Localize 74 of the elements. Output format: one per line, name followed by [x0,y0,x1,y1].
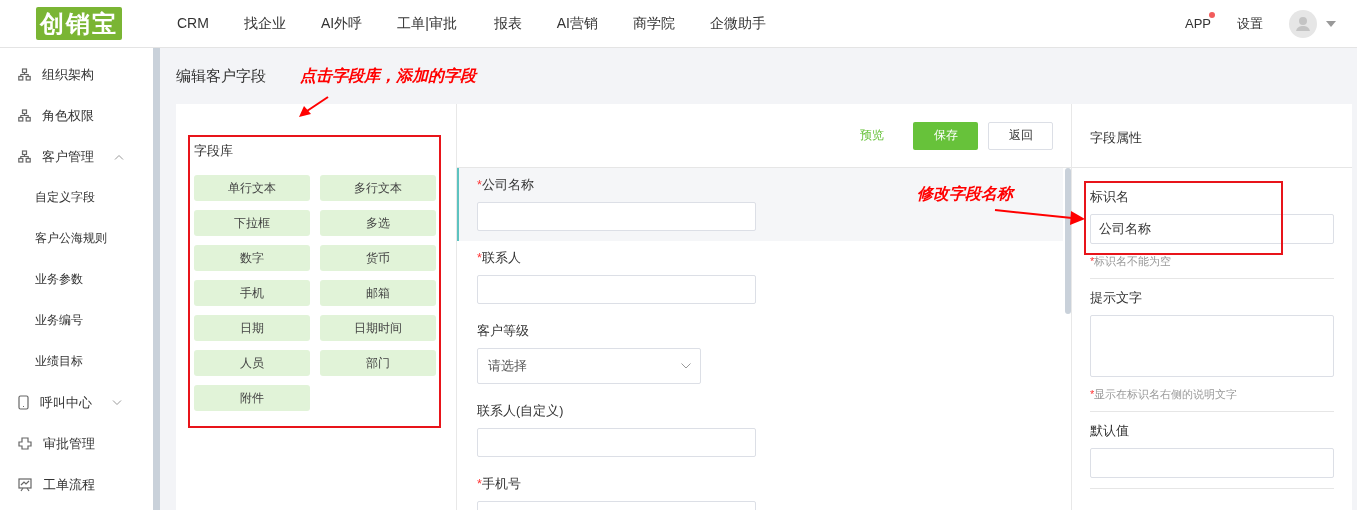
sidebar-item[interactable]: 审批管理 [0,423,153,464]
form-field-row[interactable]: *手机号 [457,467,1063,510]
hierarchy-icon [18,150,31,163]
input-field[interactable]: 公司名称 [1090,214,1334,244]
avatar-icon [1289,9,1317,38]
back-button[interactable]: 返回 [988,121,1053,150]
select-field[interactable]: 请选择 [477,348,701,384]
field-type-button[interactable]: 货币 [320,245,436,271]
chart-board-icon [18,477,32,492]
hierarchy-icon [18,68,31,81]
sidebar-item[interactable]: 客户管理 [0,136,153,177]
field-type-button[interactable]: 下拉框 [194,210,310,236]
field-type-button[interactable]: 单行文本 [194,175,310,201]
phone-icon [18,395,29,410]
field-type-button[interactable]: 附件 [194,385,310,411]
sidebar-subitem[interactable]: 业绩目标 [0,341,153,382]
field-type-button[interactable]: 多选 [320,210,436,236]
field-label: *联系人 [477,250,521,267]
field-type-button[interactable]: 人员 [194,350,310,376]
nav-link[interactable]: AI外呼 [320,14,363,33]
nav-link[interactable]: CRM [177,14,209,33]
field-type-button[interactable]: 多行文本 [320,175,436,201]
hint-text: *显示在标识名右侧的说明文字 [1090,387,1239,401]
input-field[interactable] [477,202,756,231]
sidebar-subitem[interactable]: 业务编号 [0,300,153,341]
scrollbar[interactable] [153,48,160,510]
field-type-button[interactable]: 日期 [194,315,310,341]
sidebar-subitem[interactable]: 客户公海规则 [0,218,153,259]
field-label: 默认值 [1090,423,1129,440]
field-label: 标识名 [1090,189,1129,206]
settings-link[interactable]: 设置 [1237,14,1263,33]
field-type-button[interactable]: 数字 [194,245,310,271]
arrow [298,96,330,118]
nav-link[interactable]: AI营销 [556,14,598,33]
nav-link[interactable]: 工单|审批 [397,14,457,33]
field-type-button[interactable]: 部门 [320,350,436,376]
field-type-button[interactable]: 日期时间 [320,315,436,341]
field-label: 联系人(自定义) [477,403,564,420]
sidebar-subitem[interactable]: 业务参数 [0,259,153,300]
section-title: 字段属性 [1072,104,1352,168]
stamp-icon [18,437,32,450]
section-title: 字段库 [194,143,234,160]
hierarchy-icon [18,109,31,122]
hint-text: *标识名不能为空 [1090,254,1173,268]
nav-link[interactable]: 报表 [493,14,522,33]
form-field-row[interactable]: *联系人 [457,241,1063,314]
form-field-row[interactable]: 客户等级 请选择 [457,314,1063,394]
nav-link[interactable]: 企微助手 [710,14,766,33]
field-label: 客户等级 [477,323,529,340]
caret-icon [1326,20,1336,27]
input-field[interactable] [477,275,756,304]
sidebar-item[interactable]: 组织架构 [0,54,153,95]
chevron-down-icon [681,363,691,369]
input-field[interactable] [477,428,756,457]
nav-link[interactable]: 商学院 [633,14,675,33]
form-field-row[interactable]: 联系人(自定义) [457,394,1063,467]
annotation-text: 点击字段库，添加的字段 [300,66,476,86]
field-type-button[interactable]: 邮箱 [320,280,436,306]
input-field[interactable] [1090,448,1334,478]
field-label: 提示文字 [1090,290,1142,307]
scrollbar[interactable] [1065,168,1071,314]
field-label: *手机号 [477,476,521,493]
sidebar-item[interactable]: 角色权限 [0,95,153,136]
text-area[interactable] [1090,315,1334,377]
sidebar-item[interactable]: 呼叫中心 [0,382,153,423]
annotation-text: 修改字段名称 [917,184,1013,204]
page-title: 编辑客户字段 [176,66,266,86]
sidebar-subitem[interactable]: 自定义字段 [0,177,153,218]
app-link[interactable]: APP [1185,16,1211,31]
sidebar-item[interactable]: 工单流程 [0,464,153,505]
logo: 创销宝 [36,7,122,40]
nav-link[interactable]: 找企业 [243,14,286,33]
field-type-button[interactable]: 手机 [194,280,310,306]
field-label: *公司名称 [477,177,534,194]
